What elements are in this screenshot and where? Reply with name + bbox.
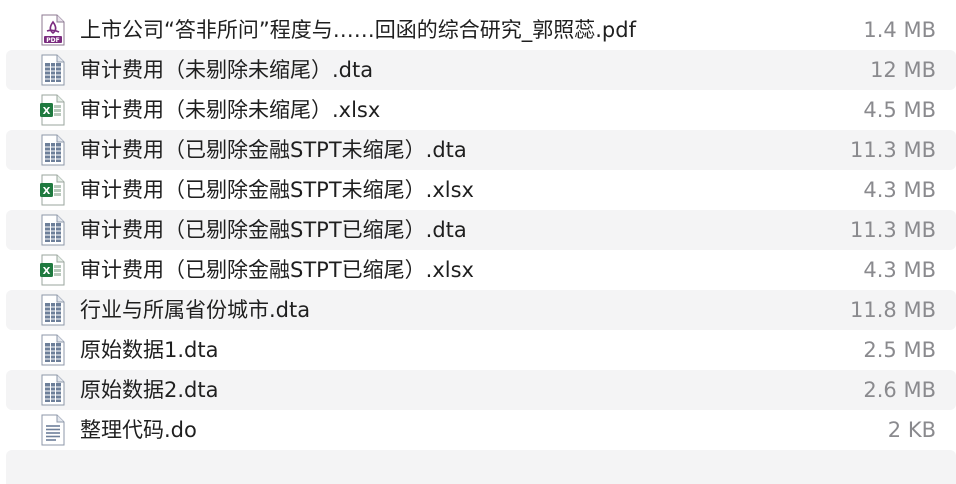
file-row[interactable]: 原始数据2.dta 2.6 MB [6, 370, 956, 410]
file-size: 11.8 MB [850, 298, 936, 322]
file-row[interactable]: X 审计费用（未剔除未缩尾）.xlsx 4.5 MB [6, 90, 956, 130]
dta-file-icon [40, 134, 66, 166]
excel-file-icon: X [40, 174, 66, 206]
pdf-file-icon: PDF [40, 14, 66, 46]
excel-file-icon: X [40, 94, 66, 126]
excel-file-icon: X [40, 254, 66, 286]
svg-text:X: X [43, 106, 51, 117]
file-row[interactable]: X 审计费用（已剔除金融STPT已缩尾）.xlsx 4.3 MB [6, 250, 956, 290]
file-size: 11.3 MB [850, 138, 936, 162]
file-size: 2.5 MB [863, 338, 936, 362]
file-size: 2.6 MB [863, 378, 936, 402]
file-row[interactable]: 整理代码.do 2 KB [6, 410, 956, 450]
dta-file-icon [40, 334, 66, 366]
file-list: PDF 上市公司“答非所问”程度与……回函的综合研究_郭照蕊.pdf 1.4 M… [6, 10, 956, 484]
file-size: 4.3 MB [863, 258, 936, 282]
file-name: 审计费用（已剔除金融STPT已缩尾）.dta [80, 218, 467, 242]
file-name: 原始数据1.dta [80, 338, 219, 362]
do-file-icon [40, 414, 66, 446]
svg-text:X: X [43, 266, 51, 277]
file-size: 4.3 MB [863, 178, 936, 202]
file-name: 审计费用（未剔除未缩尾）.dta [80, 58, 374, 82]
file-size: 12 MB [870, 58, 936, 82]
file-name: 审计费用（已剔除金融STPT已缩尾）.xlsx [80, 258, 474, 282]
svg-text:X: X [43, 186, 51, 197]
file-size: 4.5 MB [863, 98, 936, 122]
file-name: 行业与所属省份城市.dta [80, 298, 311, 322]
file-size: 2 KB [887, 418, 936, 442]
file-name: 原始数据2.dta [80, 378, 219, 402]
dta-file-icon [40, 374, 66, 406]
empty-row [6, 450, 956, 484]
file-name: 审计费用（已剔除金融STPT未缩尾）.xlsx [80, 178, 474, 202]
file-name: 上市公司“答非所问”程度与……回函的综合研究_郭照蕊.pdf [80, 18, 636, 42]
dta-file-icon [40, 294, 66, 326]
file-row[interactable]: X 审计费用（已剔除金融STPT未缩尾）.xlsx 4.3 MB [6, 170, 956, 210]
dta-file-icon [40, 214, 66, 246]
file-name: 审计费用（未剔除未缩尾）.xlsx [80, 98, 381, 122]
file-row[interactable]: PDF 上市公司“答非所问”程度与……回函的综合研究_郭照蕊.pdf 1.4 M… [6, 10, 956, 50]
file-row[interactable]: 原始数据1.dta 2.5 MB [6, 330, 956, 370]
file-name: 审计费用（已剔除金融STPT未缩尾）.dta [80, 138, 467, 162]
dta-file-icon [40, 54, 66, 86]
svg-text:PDF: PDF [46, 37, 59, 44]
file-row[interactable]: 行业与所属省份城市.dta 11.8 MB [6, 290, 956, 330]
file-size: 1.4 MB [863, 18, 936, 42]
file-row[interactable]: 审计费用（已剔除金融STPT未缩尾）.dta 11.3 MB [6, 130, 956, 170]
file-size: 11.3 MB [850, 218, 936, 242]
file-name: 整理代码.do [80, 418, 197, 442]
file-row[interactable]: 审计费用（未剔除未缩尾）.dta 12 MB [6, 50, 956, 90]
file-row[interactable]: 审计费用（已剔除金融STPT已缩尾）.dta 11.3 MB [6, 210, 956, 250]
